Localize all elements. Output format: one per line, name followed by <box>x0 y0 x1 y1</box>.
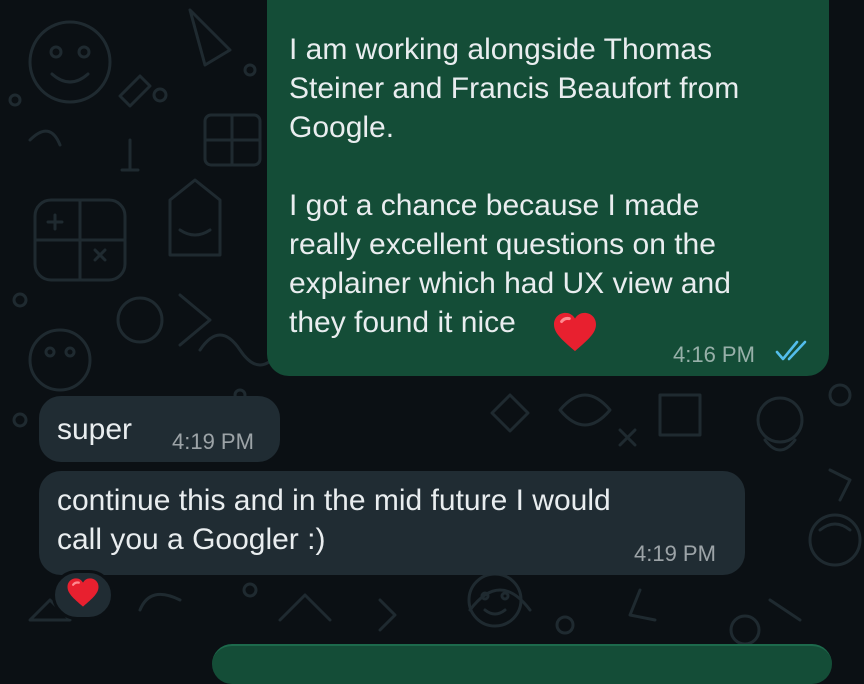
message-reaction[interactable] <box>52 570 114 620</box>
incoming-message-bubble[interactable]: continue this and in the mid future I wo… <box>39 471 745 575</box>
red-heart-emoji <box>66 577 100 613</box>
outgoing-message-bubble[interactable] <box>212 644 832 684</box>
incoming-message-bubble[interactable]: super 4:19 PM <box>39 396 280 462</box>
message-timestamp: 4:19 PM <box>634 541 716 566</box>
message-timestamp: 4:19 PM <box>172 429 254 454</box>
red-heart-emoji <box>552 311 598 358</box>
message-text: I am working alongside Thomas Steiner an… <box>289 33 740 339</box>
read-receipt-icon <box>775 339 811 368</box>
message-text: super <box>57 413 133 446</box>
outgoing-message-bubble[interactable]: I am working alongside Thomas Steiner an… <box>267 0 829 376</box>
message-timestamp: 4:16 PM <box>673 342 755 367</box>
